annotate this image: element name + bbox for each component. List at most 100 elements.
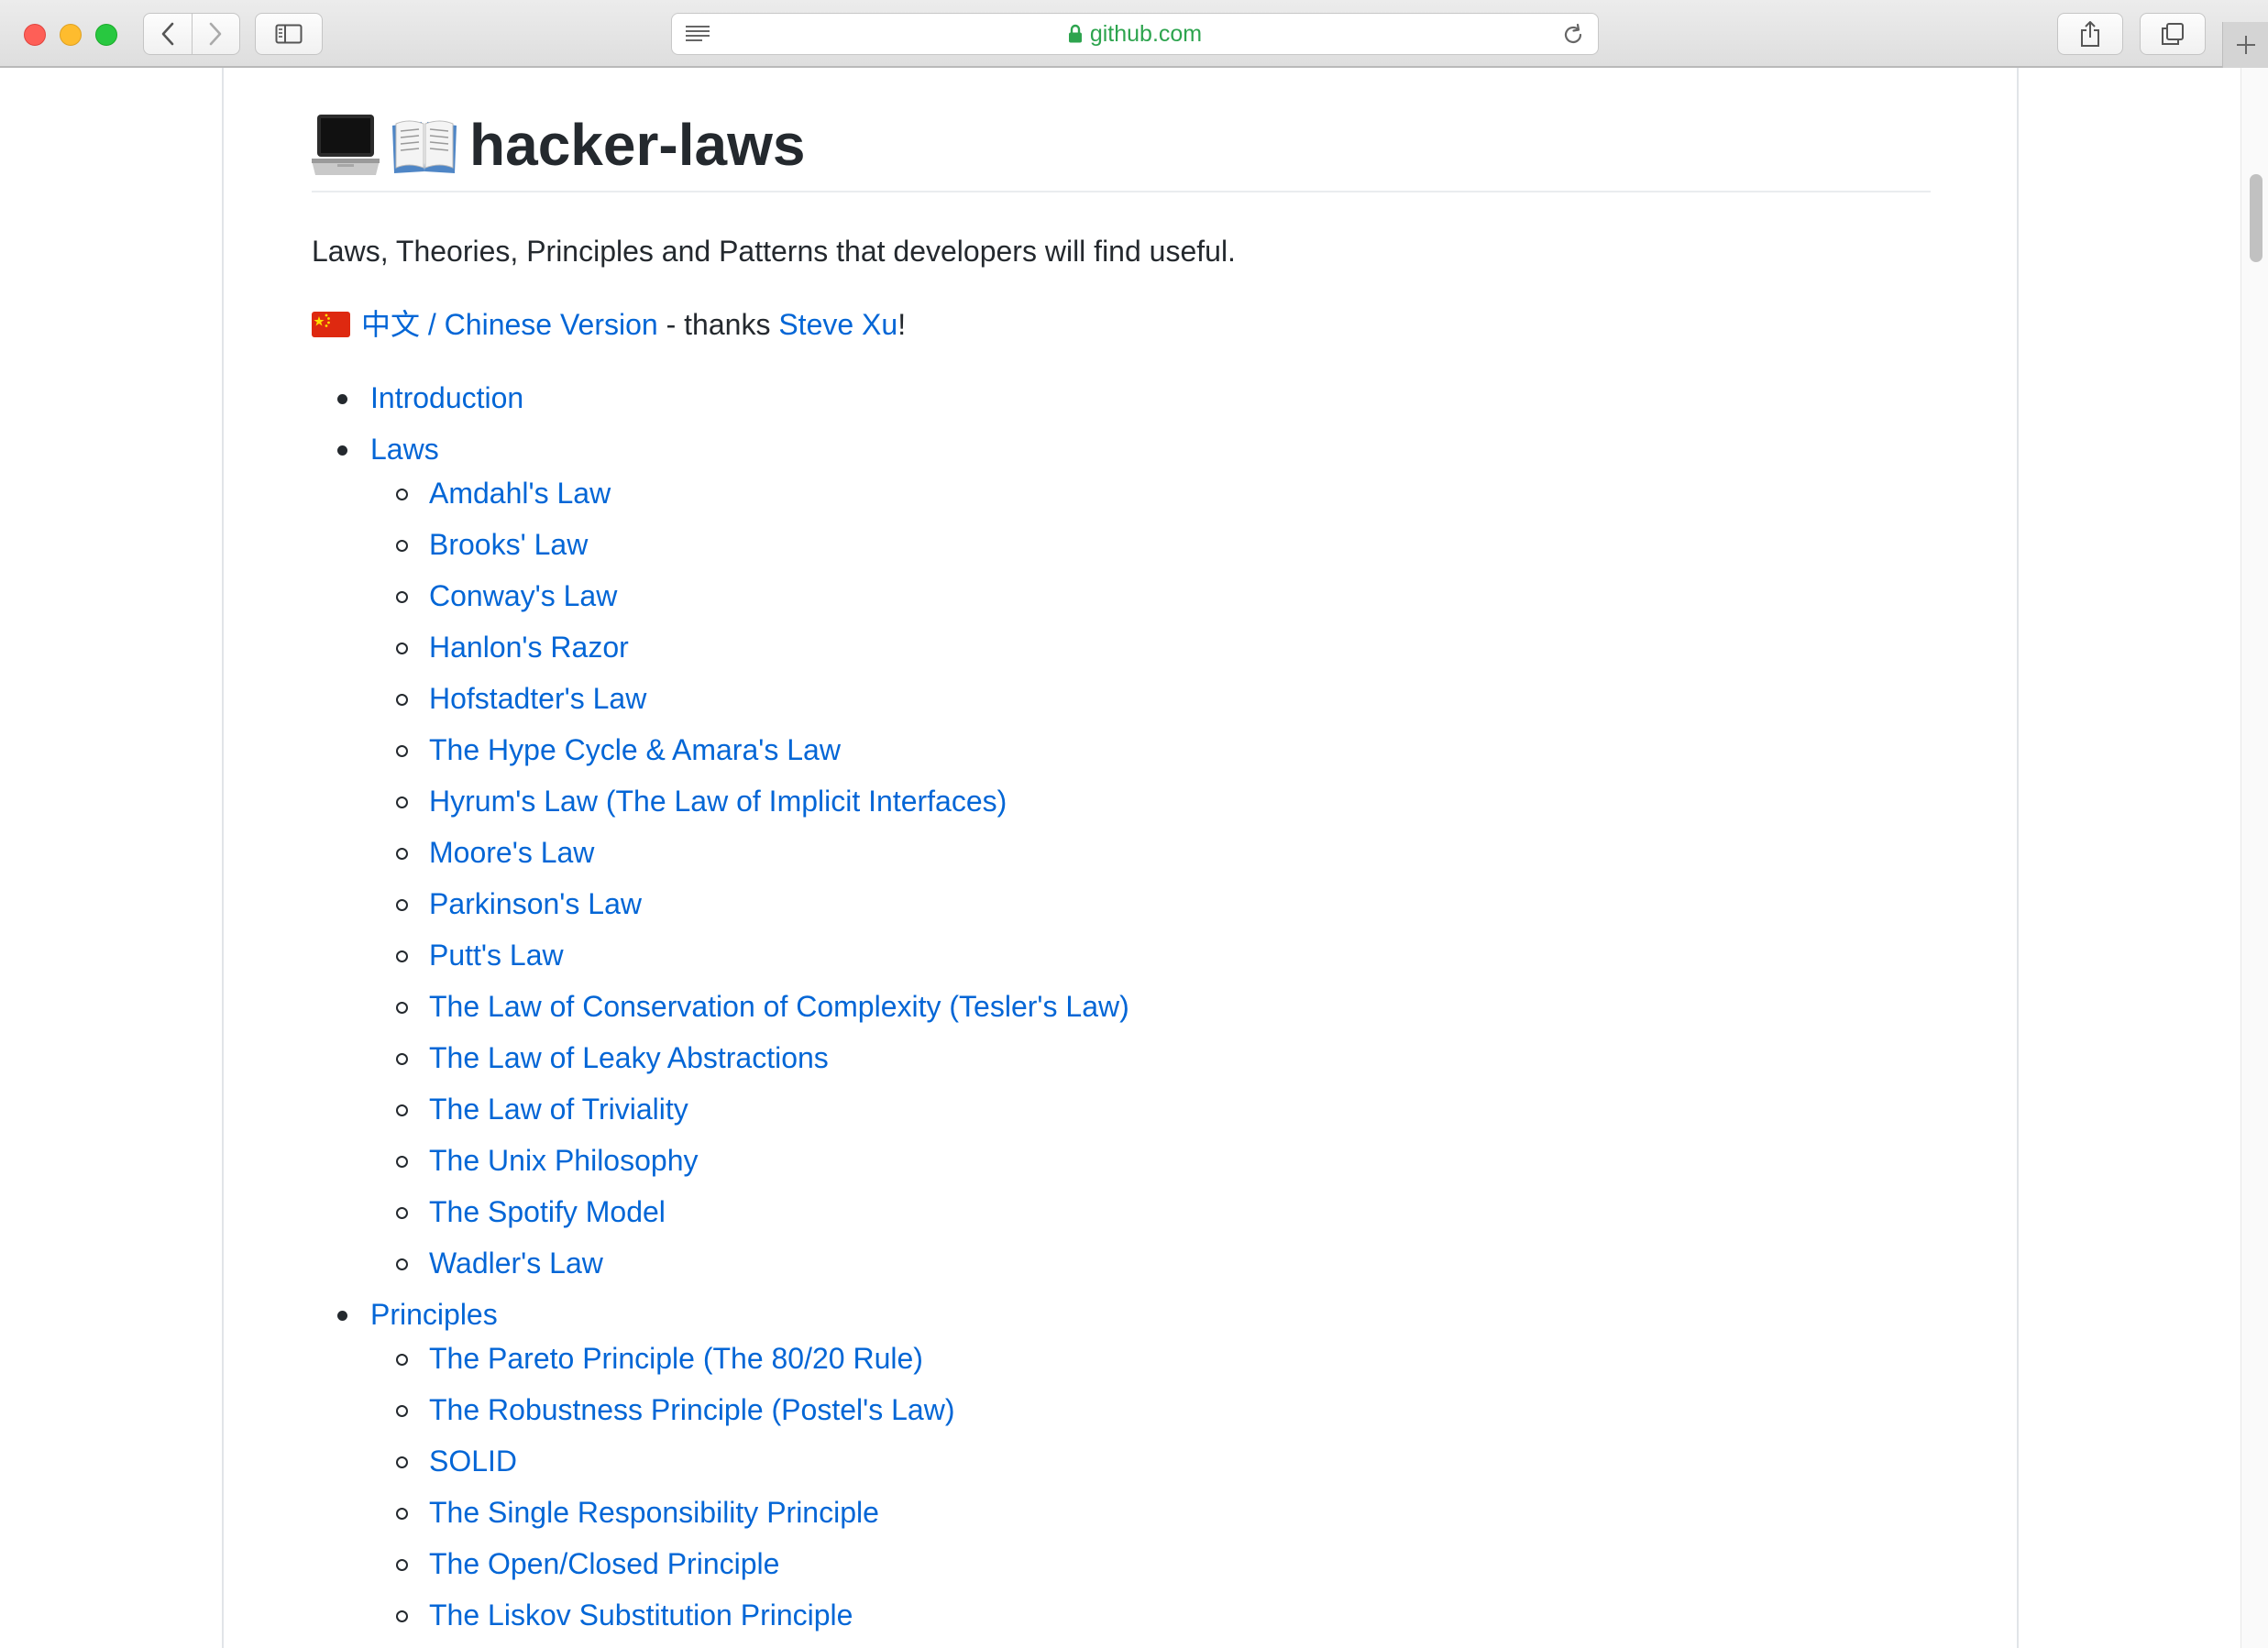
toc-subitem: Amdahl's Law (312, 475, 1129, 526)
minimize-window-button[interactable] (60, 24, 82, 46)
open-book-icon (391, 110, 458, 180)
bullet-icon (337, 445, 347, 456)
toc-link[interactable]: Brooks' Law (429, 528, 588, 561)
toc-link[interactable]: The Hype Cycle & Amara's Law (429, 733, 841, 766)
toc-link[interactable]: The Law of Leaky Abstractions (429, 1041, 829, 1074)
toc-link[interactable]: Parkinson's Law (429, 887, 642, 920)
toc-link[interactable]: Hofstadter's Law (429, 682, 646, 715)
toc-item-introduction: Introduction (312, 379, 1129, 431)
toc-subitem: The Law of Triviality (312, 1091, 1129, 1142)
bullet-icon (396, 1156, 408, 1168)
bullet-icon (396, 899, 408, 911)
toc-link[interactable]: Principles (370, 1298, 498, 1331)
toc-link[interactable]: The Law of Triviality (429, 1093, 688, 1126)
toc-link[interactable]: Amdahl's Law (429, 477, 611, 510)
toc-link[interactable]: SOLID (429, 1445, 517, 1478)
toc-link[interactable]: The Open/Closed Principle (429, 1547, 779, 1580)
toc-subitem: The Robustness Principle (Postel's Law) (312, 1391, 1129, 1443)
toc-subitem: The Unix Philosophy (312, 1142, 1129, 1193)
toc-subitem: Conway's Law (312, 577, 1129, 629)
toc-link[interactable]: The Law of Conservation of Complexity (T… (429, 990, 1129, 1023)
bullet-icon (396, 1258, 408, 1270)
sidebar-button[interactable] (255, 13, 323, 55)
bullet-icon (337, 1311, 347, 1321)
toc-subitem: The Pareto Principle (The 80/20 Rule) (312, 1340, 1129, 1391)
bullet-icon (396, 489, 408, 500)
toc-link[interactable]: Hanlon's Razor (429, 631, 629, 664)
readme-intro: Laws, Theories, Principles and Patterns … (312, 235, 1236, 268)
toc-link[interactable]: Moore's Law (429, 836, 594, 869)
toc-subitem: Putt's Law (312, 937, 1129, 988)
bullet-icon (396, 1354, 408, 1366)
tabs-icon (2162, 23, 2184, 45)
bullet-icon (396, 1002, 408, 1014)
toc-link[interactable]: The Unix Philosophy (429, 1144, 698, 1177)
forward-icon (209, 22, 222, 46)
chinese-version-link[interactable]: 中文 / Chinese Version (361, 306, 658, 343)
toc-link[interactable]: The Robustness Principle (Postel's Law) (429, 1393, 954, 1426)
toc-subitem: The Law of Conservation of Complexity (T… (312, 988, 1129, 1039)
toc-subitem: The Open/Closed Principle (312, 1545, 1129, 1597)
toc-item-principles: Principles (312, 1296, 1129, 1340)
reload-button[interactable] (1561, 23, 1585, 51)
share-icon (2081, 21, 2099, 47)
toc-subitem: Hofstadter's Law (312, 680, 1129, 731)
bullet-icon (396, 1053, 408, 1065)
toc-subitem: The Hype Cycle & Amara's Law (312, 731, 1129, 783)
thanks-text: - thanks (657, 308, 779, 341)
bullet-icon (396, 1405, 408, 1417)
bullet-icon (396, 643, 408, 654)
toc-item-laws: Laws (312, 431, 1129, 475)
toc-subitem: Hyrum's Law (The Law of Implicit Interfa… (312, 783, 1129, 834)
bullet-icon (396, 540, 408, 552)
share-button[interactable] (2057, 13, 2123, 55)
toc-link[interactable]: Wadler's Law (429, 1247, 603, 1280)
toc-subitem: Brooks' Law (312, 526, 1129, 577)
toc-link[interactable]: Putt's Law (429, 939, 564, 972)
new-tab-button[interactable] (2222, 22, 2268, 68)
toc-subitem: The Law of Leaky Abstractions (312, 1039, 1129, 1091)
author-link[interactable]: Steve Xu (778, 306, 897, 343)
url-text: github.com (1089, 20, 1203, 47)
page-viewport: hacker-laws Laws, Theories, Principles a… (0, 68, 2268, 1648)
back-button[interactable] (144, 14, 192, 54)
address-bar[interactable]: github.com (671, 13, 1599, 55)
toc-link[interactable]: The Spotify Model (429, 1195, 666, 1228)
plus-icon (2236, 36, 2255, 54)
toc-subitem: Moore's Law (312, 834, 1129, 885)
bullet-icon (396, 694, 408, 706)
vertical-scrollbar[interactable] (2240, 68, 2268, 1648)
laptop-icon (312, 110, 380, 180)
table-of-contents: Introduction Laws Amdahl's Law Brooks' L… (312, 379, 1129, 1648)
zoom-window-button[interactable] (95, 24, 117, 46)
back-icon (161, 22, 174, 46)
page-title: hacker-laws (469, 112, 806, 178)
toc-link[interactable]: The Liskov Substitution Principle (429, 1599, 853, 1632)
toc-link[interactable]: The Single Responsibility Principle (429, 1496, 879, 1529)
close-window-button[interactable] (24, 24, 46, 46)
forward-button[interactable] (191, 14, 240, 54)
lock-icon (1068, 24, 1083, 44)
toc-link[interactable]: Conway's Law (429, 579, 617, 612)
bullet-icon (396, 797, 408, 808)
url-display[interactable]: github.com (672, 14, 1598, 54)
toc-link[interactable]: Laws (370, 433, 439, 466)
exclamation-text: ! (897, 308, 907, 341)
history-nav (143, 13, 240, 55)
reload-icon (1564, 23, 1582, 43)
toc-link[interactable]: The Pareto Principle (The 80/20 Rule) (429, 1342, 923, 1375)
readme-header: hacker-laws (312, 110, 1931, 192)
browser-toolbar: github.com (0, 0, 2268, 68)
bullet-icon (396, 1559, 408, 1571)
china-flag-icon (312, 312, 350, 337)
toc-subitem: The Liskov Substitution Principle (312, 1597, 1129, 1648)
toc-link[interactable]: Introduction (370, 381, 523, 414)
bullet-icon (396, 1207, 408, 1219)
bullet-icon (396, 1456, 408, 1468)
toc-subitem: Wadler's Law (312, 1245, 1129, 1296)
tabs-button[interactable] (2140, 13, 2206, 55)
bullet-icon (396, 1508, 408, 1520)
toc-link[interactable]: Hyrum's Law (The Law of Implicit Interfa… (429, 785, 1007, 818)
toc-subitem: The Spotify Model (312, 1193, 1129, 1245)
scrollbar-thumb[interactable] (2250, 174, 2262, 262)
